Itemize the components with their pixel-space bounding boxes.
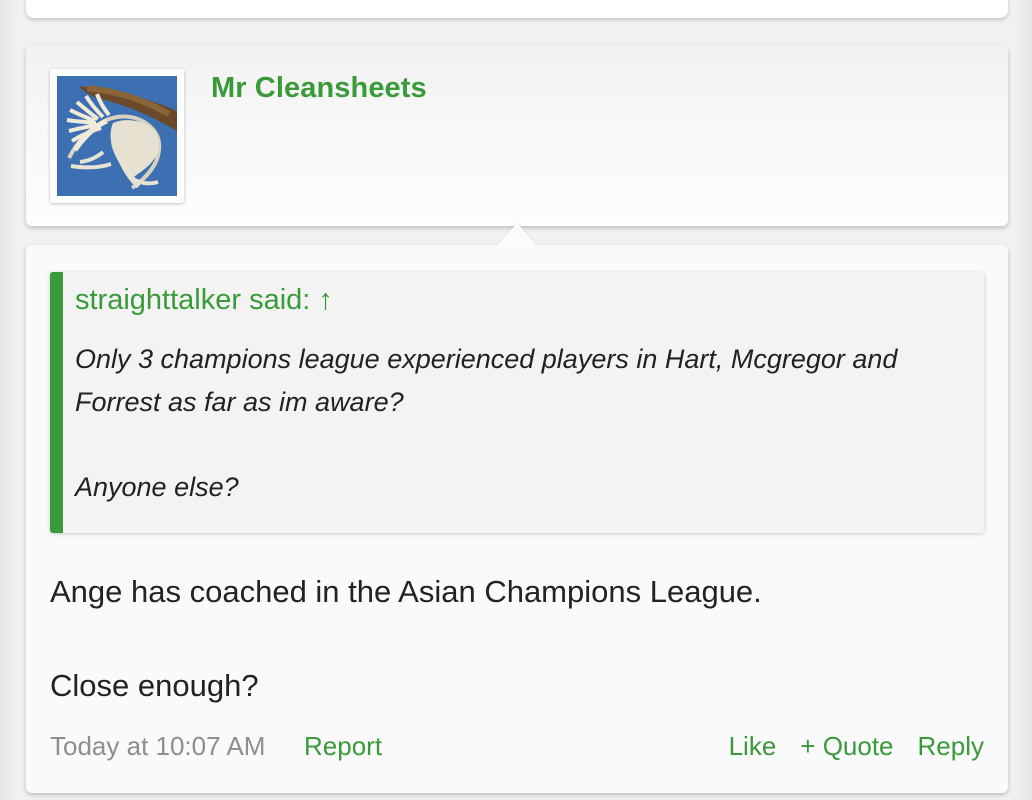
post-actions: Like + Quote Reply [729, 731, 984, 762]
quote-block: straighttalker said: ↑ Only 3 champions … [50, 272, 984, 533]
message-card: straighttalker said: ↑ Only 3 champions … [26, 245, 1008, 793]
message-pointer-notch [497, 223, 537, 245]
quote-author-link[interactable]: straighttalker said: ↑ [75, 284, 333, 317]
message-body: Ange has coached in the Asian Champions … [50, 568, 980, 709]
quote-paragraph-gap [75, 424, 980, 466]
quote-content: Only 3 champions league experienced play… [75, 338, 980, 509]
report-link[interactable]: Report [304, 731, 382, 762]
like-button[interactable]: Like [729, 731, 777, 762]
quote-line: Only 3 champions league experienced play… [75, 344, 898, 417]
avatar[interactable] [50, 69, 184, 203]
quote-button[interactable]: + Quote [800, 731, 893, 762]
post-user-card: Mr Cleansheets [26, 45, 1008, 226]
bird-avatar-icon [57, 76, 177, 196]
message-paragraph: Close enough? [50, 668, 259, 703]
previous-post-card [26, 0, 1008, 18]
message-paragraph-gap [50, 615, 980, 662]
message-paragraph: Ange has coached in the Asian Champions … [50, 574, 762, 609]
quote-line: Anyone else? [75, 472, 239, 502]
post-author-name[interactable]: Mr Cleansheets [211, 72, 427, 105]
post-timestamp[interactable]: Today at 10:07 AM [50, 731, 265, 762]
reply-button[interactable]: Reply [918, 731, 984, 762]
